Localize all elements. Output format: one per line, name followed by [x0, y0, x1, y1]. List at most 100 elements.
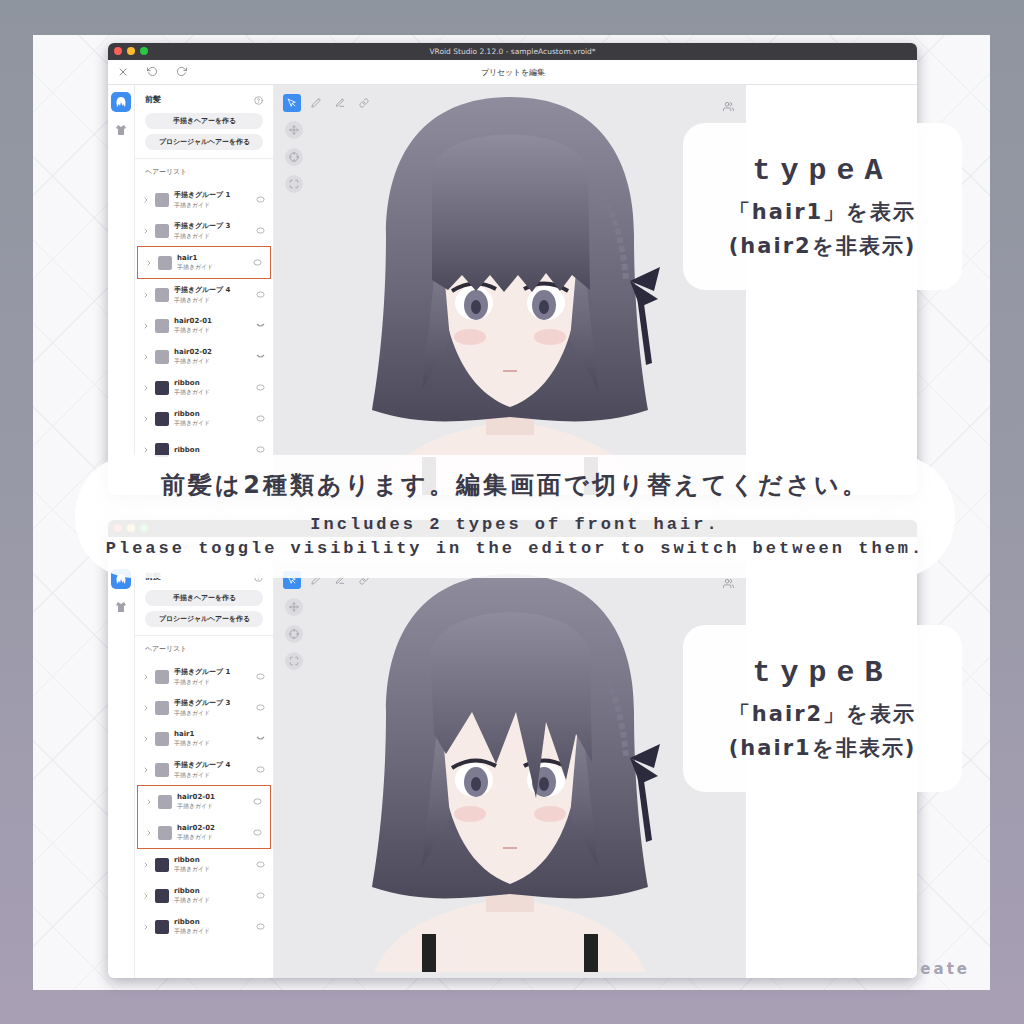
select-tool[interactable]: [283, 94, 301, 112]
product-card: VRoid Studio 2.12.0 - sampleAcustom.vroi…: [33, 35, 990, 990]
banner-english: Includes 2 types of front hair.: [310, 515, 719, 535]
chevron-right-icon[interactable]: [145, 259, 153, 267]
chevron-right-icon[interactable]: [142, 861, 150, 869]
hair-list-item[interactable]: 手描きグループ 4手描きガイド: [135, 279, 273, 310]
fit-button[interactable]: [285, 175, 303, 193]
character-preview[interactable]: [274, 562, 746, 978]
create-hair-button[interactable]: プロシージャルヘアーを作る: [145, 134, 263, 150]
eye-icon[interactable]: [253, 259, 262, 266]
item-name: ribbon: [174, 918, 251, 926]
eye-icon[interactable]: [256, 923, 265, 930]
eraser-tool[interactable]: [331, 94, 349, 112]
viewport[interactable]: [274, 85, 746, 495]
hair-list-item[interactable]: ribbon手描きガイド: [135, 403, 273, 434]
type-callout: typeA「hair1」を表示(hair2を非表示): [683, 123, 962, 290]
chevron-right-icon[interactable]: [142, 704, 150, 712]
chevron-right-icon[interactable]: [142, 353, 150, 361]
eye-closed-icon[interactable]: [256, 322, 265, 329]
character-preview[interactable]: [274, 85, 746, 495]
move-button[interactable]: [285, 598, 303, 616]
eye-icon[interactable]: [256, 291, 265, 298]
help-icon[interactable]: [254, 96, 263, 105]
hair-category-button[interactable]: [111, 92, 131, 112]
hair-list-item[interactable]: hair1手描きガイド: [138, 247, 270, 278]
hair-swatch: [155, 319, 169, 333]
eye-icon[interactable]: [253, 829, 262, 836]
item-name: ribbon: [174, 410, 251, 418]
eye-icon[interactable]: [256, 446, 265, 453]
eye-icon[interactable]: [256, 673, 265, 680]
hair-list-item[interactable]: 手描きグループ 4手描きガイド: [135, 754, 273, 785]
item-name: 手描きグループ 1: [174, 667, 251, 677]
pen-tool[interactable]: [307, 94, 325, 112]
hair-list-item[interactable]: ribbon手描きガイド: [135, 880, 273, 911]
hair-list-item[interactable]: hair02-01手描きガイド: [138, 786, 270, 817]
clothing-icon: [115, 601, 127, 613]
hair-list-item[interactable]: hair1手描きガイド: [135, 723, 273, 754]
chevron-right-icon[interactable]: [142, 735, 150, 743]
chevron-right-icon[interactable]: [142, 766, 150, 774]
hair-list-item[interactable]: hair02-02手描きガイド: [135, 341, 273, 372]
clothing-icon: [115, 124, 127, 136]
item-text: ribbon手描きガイド: [174, 887, 251, 905]
chevron-right-icon[interactable]: [142, 196, 150, 204]
eye-icon[interactable]: [256, 861, 265, 868]
chevron-right-icon[interactable]: [142, 673, 150, 681]
hair-list-item[interactable]: hair02-01手描きガイド: [135, 310, 273, 341]
chevron-right-icon[interactable]: [145, 798, 153, 806]
hair-list-item[interactable]: 手描きグループ 3手描きガイド: [135, 692, 273, 723]
eye-icon[interactable]: [256, 704, 265, 711]
chevron-right-icon[interactable]: [142, 923, 150, 931]
chevron-right-icon[interactable]: [142, 446, 150, 454]
hair-swatch: [155, 858, 169, 872]
rotate-button[interactable]: [285, 148, 303, 166]
move-button[interactable]: [285, 121, 303, 139]
eye-icon[interactable]: [256, 892, 265, 899]
viewport[interactable]: [274, 562, 746, 978]
users-icon: [723, 101, 734, 112]
item-name: hair1: [174, 730, 251, 738]
item-text: ribbon手描きガイド: [174, 918, 251, 936]
redo-icon[interactable]: [176, 66, 187, 77]
hair-list-item[interactable]: 手描きグループ 3手描きガイド: [135, 215, 273, 246]
eye-icon[interactable]: [253, 798, 262, 805]
hair-list-item[interactable]: 手描きグループ 1手描きガイド: [135, 184, 273, 215]
chevron-right-icon[interactable]: [145, 829, 153, 837]
zoom-dot[interactable]: [140, 47, 148, 55]
eye-icon[interactable]: [256, 227, 265, 234]
link-tool[interactable]: [355, 94, 373, 112]
close-dot[interactable]: [114, 47, 122, 55]
eye-closed-icon[interactable]: [256, 735, 265, 742]
watermark: eate: [920, 960, 970, 978]
fit-button[interactable]: [285, 652, 303, 670]
eye-icon[interactable]: [256, 766, 265, 773]
create-hair-button[interactable]: 手描きヘアーを作る: [145, 590, 263, 606]
chevron-right-icon[interactable]: [142, 291, 150, 299]
chevron-right-icon[interactable]: [142, 384, 150, 392]
eye-icon[interactable]: [256, 196, 265, 203]
eye-icon[interactable]: [256, 384, 265, 391]
pen-icon: [311, 98, 321, 108]
hair-list-item[interactable]: ribbon手描きガイド: [135, 911, 273, 942]
chevron-right-icon[interactable]: [142, 892, 150, 900]
eye-closed-icon[interactable]: [256, 353, 265, 360]
callout-title: typeA: [752, 154, 892, 188]
undo-icon[interactable]: [147, 66, 158, 77]
chevron-right-icon[interactable]: [142, 415, 150, 423]
pose-button[interactable]: [723, 97, 734, 116]
hair-list-item[interactable]: 手描きグループ 1手描きガイド: [135, 661, 273, 692]
clothing-category-button[interactable]: [111, 597, 131, 617]
rotate-button[interactable]: [285, 625, 303, 643]
create-hair-button[interactable]: プロシージャルヘアーを作る: [145, 611, 263, 627]
create-hair-button[interactable]: 手描きヘアーを作る: [145, 113, 263, 129]
hair-list-item[interactable]: ribbon手描きガイド: [135, 372, 273, 403]
chevron-right-icon[interactable]: [142, 227, 150, 235]
clothing-category-button[interactable]: [111, 120, 131, 140]
minimize-dot[interactable]: [127, 47, 135, 55]
hair-list-item[interactable]: ribbon手描きガイド: [135, 849, 273, 880]
chevron-right-icon[interactable]: [142, 322, 150, 330]
close-icon[interactable]: [117, 66, 129, 78]
eye-icon[interactable]: [256, 415, 265, 422]
hair-list-item[interactable]: hair02-02手描きガイド: [138, 817, 270, 848]
item-name: 手描きグループ 4: [174, 285, 251, 295]
